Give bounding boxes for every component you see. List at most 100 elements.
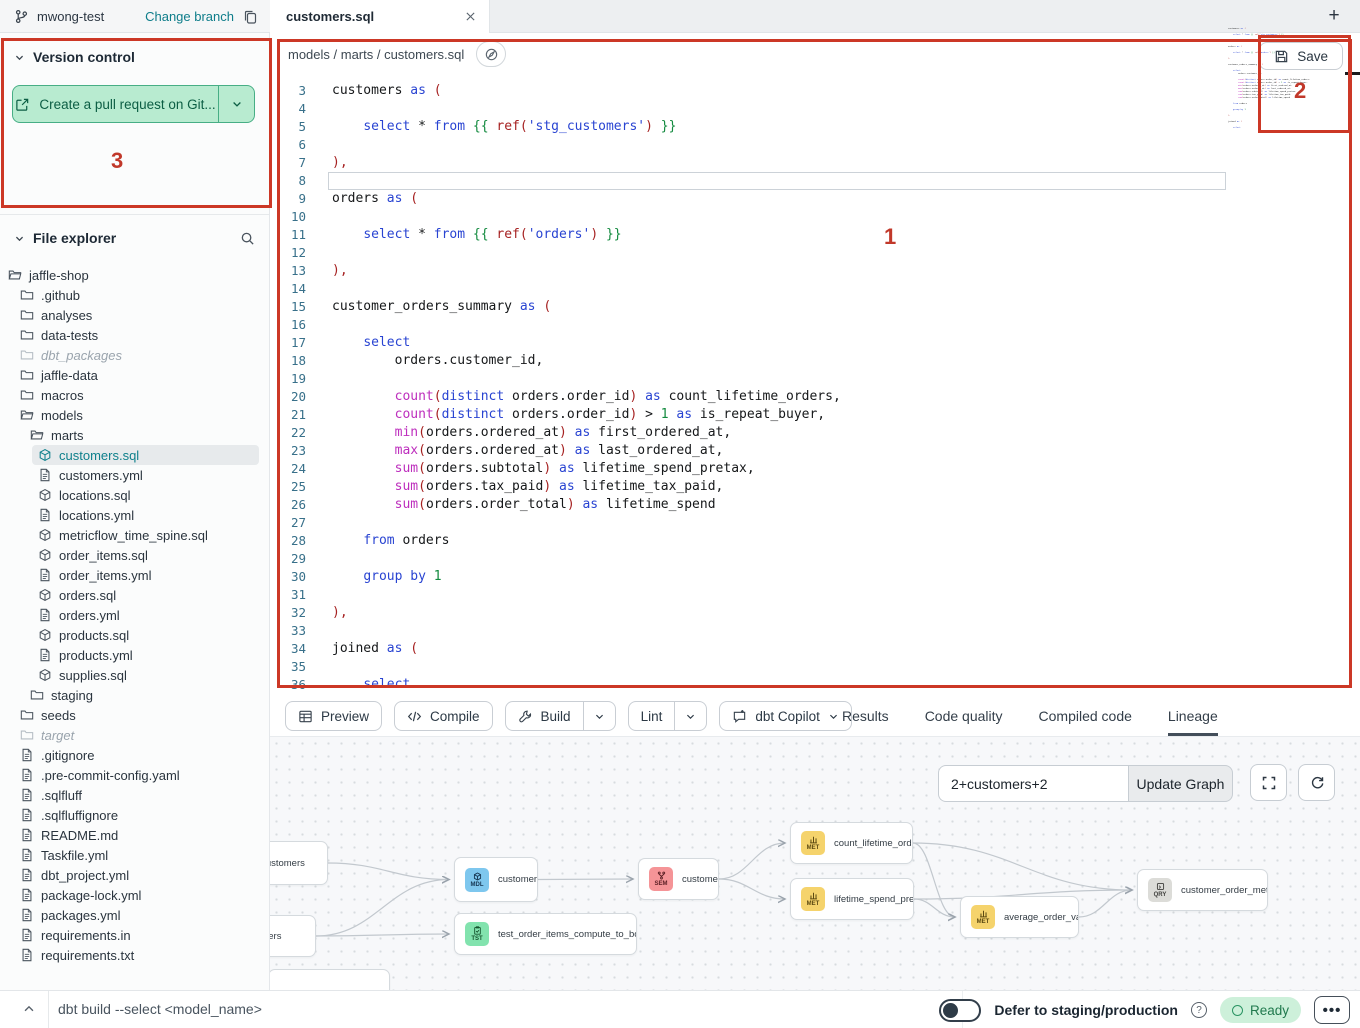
tab-compiled-code[interactable]: Compiled code — [1039, 695, 1132, 736]
file-tree-item-orders-sql[interactable]: orders.sql — [0, 585, 267, 605]
code-line-19[interactable]: 19 — [270, 370, 1360, 388]
file-tree-item-dbt-packages[interactable]: dbt_packages — [0, 345, 267, 365]
file-tree-item-marts[interactable]: marts — [0, 425, 267, 445]
code-line-36[interactable]: 36 select — [270, 676, 1360, 694]
dbt-copilot-button[interactable]: dbt Copilot — [719, 701, 852, 731]
close-icon[interactable] — [464, 10, 477, 23]
code-line-3[interactable]: 3customers as ( — [270, 82, 1360, 100]
file-tree-item--pre-commit-config-yaml[interactable]: .pre-commit-config.yaml — [0, 765, 267, 785]
code-line-31[interactable]: 31 — [270, 586, 1360, 604]
code-line-10[interactable]: 10 — [270, 208, 1360, 226]
build-dropdown-caret[interactable] — [583, 702, 615, 730]
file-tree-item-products-sql[interactable]: products.sql — [0, 625, 267, 645]
lineage-node-partial-node[interactable] — [270, 969, 390, 990]
lint-dropdown-caret[interactable] — [674, 702, 706, 730]
code-line-23[interactable]: 23 max(orders.ordered_at) as last_ordere… — [270, 442, 1360, 460]
file-tree-item-target[interactable]: target — [0, 725, 267, 745]
new-tab-button[interactable]: + — [1322, 4, 1346, 28]
file-tree-item-jaffle-data[interactable]: jaffle-data — [0, 365, 267, 385]
tab-lineage[interactable]: Lineage — [1168, 695, 1218, 736]
lineage-node-stg-customers[interactable]: stg_customers — [270, 841, 328, 885]
file-tree-item-packages-yml[interactable]: packages.yml — [0, 905, 267, 925]
code-line-20[interactable]: 20 count(distinct orders.order_id) as co… — [270, 388, 1360, 406]
code-line-22[interactable]: 22 min(orders.ordered_at) as first_order… — [270, 424, 1360, 442]
file-tree-item-jaffle-shop[interactable]: jaffle-shop — [0, 265, 267, 285]
refresh-button[interactable] — [1298, 764, 1335, 801]
file-tree-item-taskfile-yml[interactable]: Taskfile.yml — [0, 845, 267, 865]
code-line-14[interactable]: 14 — [270, 280, 1360, 298]
file-tree-item-requirements-txt[interactable]: requirements.txt — [0, 945, 267, 965]
version-control-header[interactable]: Version control — [0, 45, 269, 69]
editor-minimap[interactable]: customers as ( select * from {{ ref('stg… — [1228, 27, 1318, 267]
lineage-node-test-bools[interactable]: TSTtest_order_items_compute_to_bools... — [454, 913, 637, 955]
file-tree-item-data-tests[interactable]: data-tests — [0, 325, 267, 345]
file-tree-item-package-lock-yml[interactable]: package-lock.yml — [0, 885, 267, 905]
file-tree-item-order-items-yml[interactable]: order_items.yml — [0, 565, 267, 585]
code-line-7[interactable]: 7), — [270, 154, 1360, 172]
code-editor[interactable]: 3customers as (4 5 select * from {{ ref(… — [270, 75, 1360, 695]
code-line-8[interactable]: 8 — [270, 172, 1360, 190]
lint-button[interactable]: Lint — [628, 701, 708, 731]
code-line-24[interactable]: 24 sum(orders.subtotal) as lifetime_spen… — [270, 460, 1360, 478]
code-line-33[interactable]: 33 — [270, 622, 1360, 640]
search-icon[interactable] — [240, 231, 255, 246]
create-pull-request-button[interactable]: Create a pull request on Git... — [12, 85, 255, 123]
code-line-6[interactable]: 6 — [270, 136, 1360, 154]
lineage-node-customer-order-metrics[interactable]: QRYcustomer_order_metrics — [1137, 869, 1268, 911]
file-tree-item-readme-md[interactable]: README.md — [0, 825, 267, 845]
code-line-32[interactable]: 32), — [270, 604, 1360, 622]
file-tree-item-order-items-sql[interactable]: order_items.sql — [0, 545, 267, 565]
tab-code-quality[interactable]: Code quality — [925, 695, 1003, 736]
command-input[interactable]: dbt build --select <model_name> — [58, 1001, 262, 1017]
code-line-34[interactable]: 34joined as ( — [270, 640, 1360, 658]
code-line-35[interactable]: 35 — [270, 658, 1360, 676]
file-tree-item--github[interactable]: .github — [0, 285, 267, 305]
lineage-selector-input[interactable] — [938, 765, 1128, 802]
code-line-25[interactable]: 25 sum(orders.tax_paid) as lifetime_tax_… — [270, 478, 1360, 496]
docs-compass-button[interactable] — [476, 41, 506, 67]
lineage-node-count-lifetime-orders[interactable]: METcount_lifetime_orders — [790, 822, 913, 864]
code-line-28[interactable]: 28 from orders — [270, 532, 1360, 550]
lineage-node-average-order-value[interactable]: METaverage_order_value — [960, 896, 1079, 938]
code-line-9[interactable]: 9orders as ( — [270, 190, 1360, 208]
file-tree-item--sqlfluffignore[interactable]: .sqlfluffignore — [0, 805, 267, 825]
scrollbar-thumb[interactable] — [1345, 72, 1360, 75]
file-tree-item-models[interactable]: models — [0, 405, 267, 425]
code-line-18[interactable]: 18 orders.customer_id, — [270, 352, 1360, 370]
file-tree-item-analyses[interactable]: analyses — [0, 305, 267, 325]
file-tree-item-orders-yml[interactable]: orders.yml — [0, 605, 267, 625]
file-tree-item-requirements-in[interactable]: requirements.in — [0, 925, 267, 945]
file-tree-item-metricflow-time-spine-sql[interactable]: metricflow_time_spine.sql — [0, 525, 267, 545]
code-line-15[interactable]: 15customer_orders_summary as ( — [270, 298, 1360, 316]
code-line-12[interactable]: 12 — [270, 244, 1360, 262]
lineage-node-customers-sem[interactable]: SEMcustomers — [638, 858, 719, 900]
file-tree-item-dbt-project-yml[interactable]: dbt_project.yml — [0, 865, 267, 885]
lineage-node-orders[interactable]: orders — [270, 915, 316, 957]
code-line-17[interactable]: 17 select — [270, 334, 1360, 352]
code-line-16[interactable]: 16 — [270, 316, 1360, 334]
code-line-27[interactable]: 27 — [270, 514, 1360, 532]
change-branch-link[interactable]: Change branch — [145, 9, 234, 24]
code-line-26[interactable]: 26 sum(orders.order_total) as lifetime_s… — [270, 496, 1360, 514]
file-explorer-header[interactable]: File explorer — [0, 226, 269, 250]
code-line-11[interactable]: 11 select * from {{ ref('orders') }} — [270, 226, 1360, 244]
file-tree-item-supplies-sql[interactable]: supplies.sql — [0, 665, 267, 685]
copy-icon[interactable] — [242, 9, 258, 25]
preview-button[interactable]: Preview — [285, 701, 382, 731]
file-tree-item-macros[interactable]: macros — [0, 385, 267, 405]
code-line-4[interactable]: 4 — [270, 100, 1360, 118]
build-button[interactable]: Build — [505, 701, 616, 731]
code-line-21[interactable]: 21 count(distinct orders.order_id) > 1 a… — [270, 406, 1360, 424]
file-tree-item-seeds[interactable]: seeds — [0, 705, 267, 725]
file-tree-item-locations-yml[interactable]: locations.yml — [0, 505, 267, 525]
tab-results[interactable]: Results — [842, 695, 889, 736]
tab-customers-sql[interactable]: customers.sql — [270, 0, 490, 33]
defer-toggle[interactable] — [939, 999, 981, 1022]
chevron-up-icon[interactable] — [22, 1002, 36, 1016]
code-line-13[interactable]: 13), — [270, 262, 1360, 280]
more-options-button[interactable]: ••• — [1314, 996, 1350, 1024]
update-graph-button[interactable]: Update Graph — [1128, 765, 1233, 802]
pr-dropdown-caret[interactable] — [218, 86, 254, 122]
file-tree-item--sqlfluff[interactable]: .sqlfluff — [0, 785, 267, 805]
file-tree-item--gitignore[interactable]: .gitignore — [0, 745, 267, 765]
